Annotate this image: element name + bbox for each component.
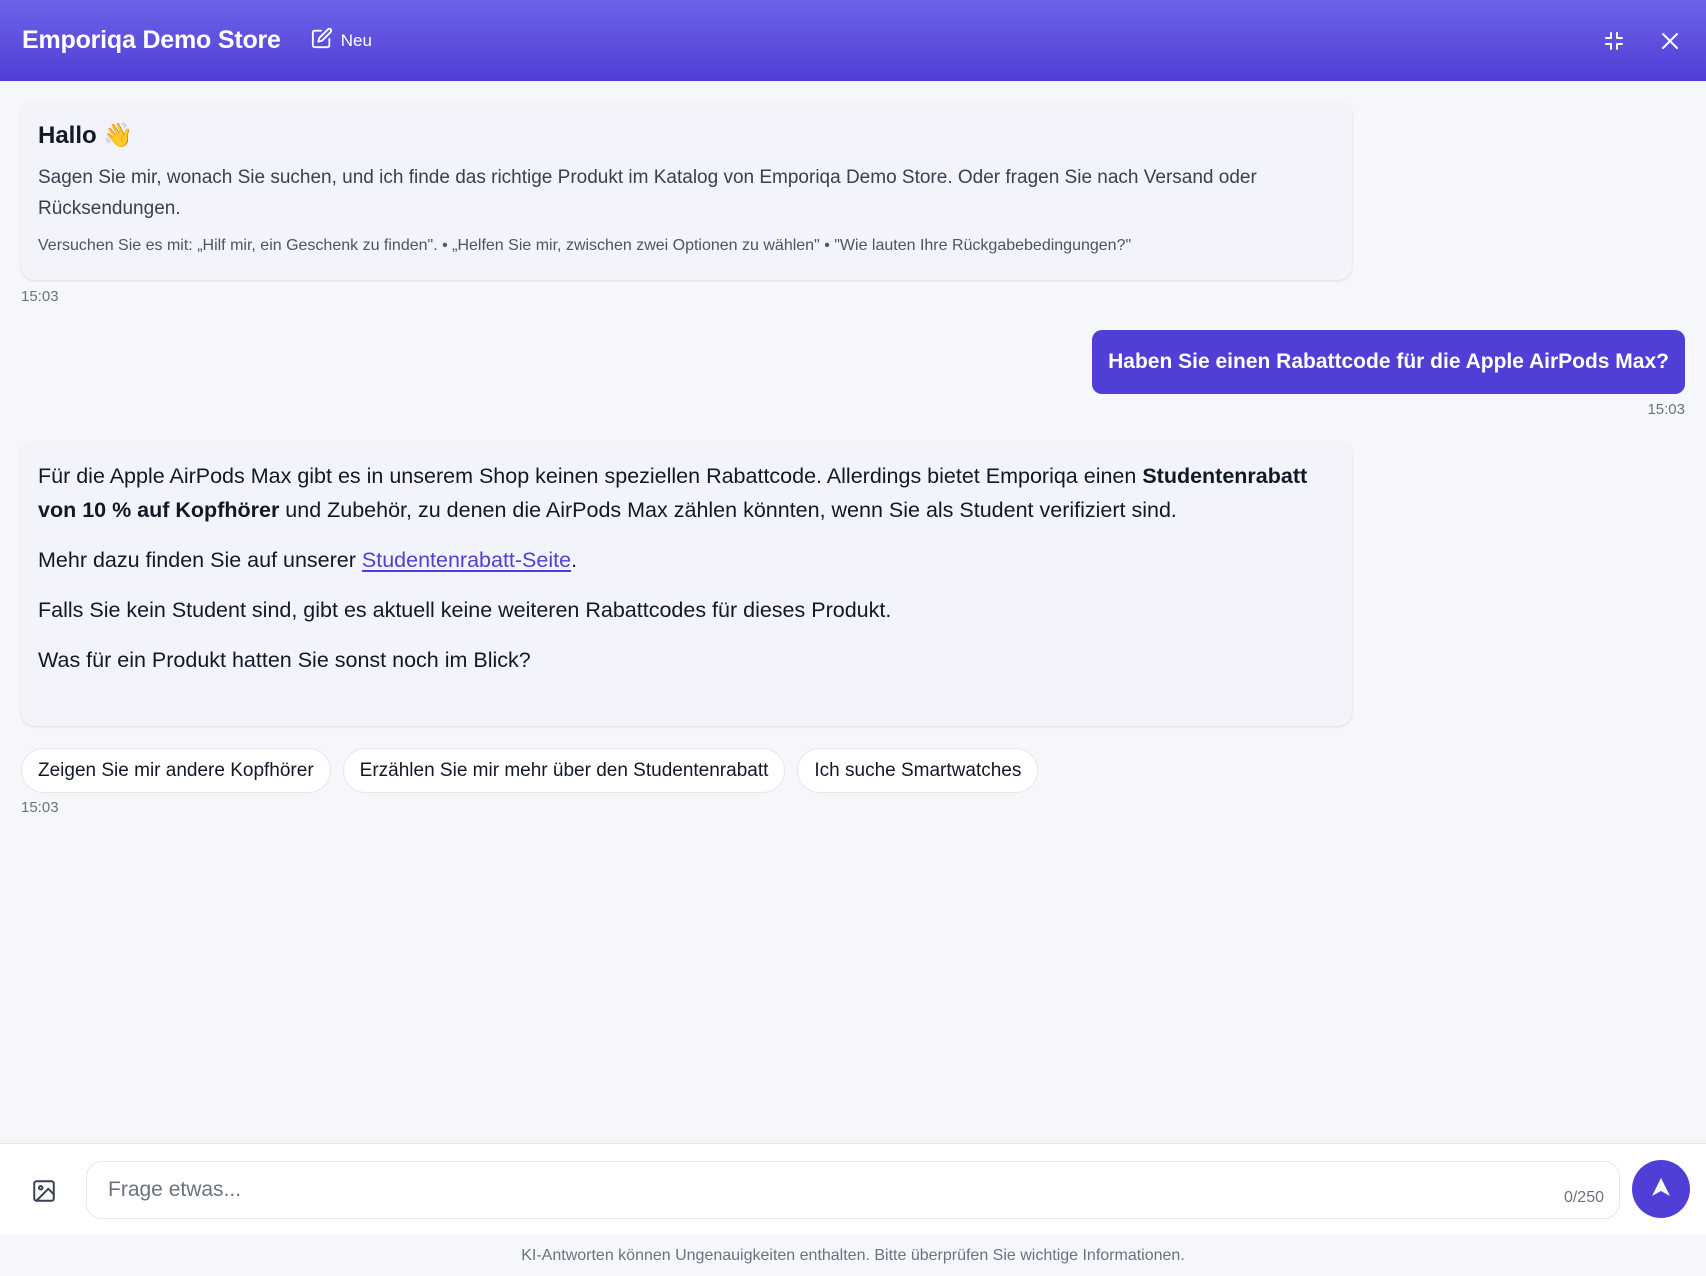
suggestion-chips: Zeigen Sie mir andere Kopfhörer Erzählen… <box>21 748 1039 793</box>
close-icon[interactable] <box>1656 27 1684 55</box>
composer: 0/250 <box>0 1143 1706 1235</box>
student-discount-link[interactable]: Studentenrabatt-Seite <box>362 548 571 572</box>
ai-disclaimer: KI-Antworten können Ungenauigkeiten enth… <box>0 1235 1706 1276</box>
welcome-message: Hallo 👋 Sagen Sie mir, wonach Sie suchen… <box>21 101 1352 280</box>
suggestion-chip[interactable]: Ich suche Smartwatches <box>797 748 1039 793</box>
edit-icon <box>311 27 333 54</box>
send-icon <box>1649 1175 1673 1204</box>
message-timestamp: 15:03 <box>21 288 59 305</box>
welcome-intro: Sagen Sie mir, wonach Sie suchen, und ic… <box>38 167 1257 219</box>
store-name: Emporiqa Demo Store <box>22 26 281 54</box>
send-button[interactable] <box>1632 1160 1690 1218</box>
greeting-title: Hallo 👋 <box>38 122 134 149</box>
welcome-hints: Versuchen Sie es mit: „Hilf mir, ein Ges… <box>38 237 1132 254</box>
message-input-wrapper: 0/250 <box>86 1161 1620 1219</box>
message-timestamp: 15:03 <box>21 799 59 816</box>
assistant-reply: Für die Apple AirPods Max gibt es in uns… <box>21 441 1352 726</box>
image-icon[interactable] <box>31 1178 59 1206</box>
suggestion-chip[interactable]: Zeigen Sie mir andere Kopfhörer <box>21 748 331 793</box>
reply-paragraph: Was für ein Produkt hatten Sie sonst noc… <box>38 648 531 672</box>
char-counter: 0/250 <box>1563 1189 1604 1206</box>
message-list[interactable]: Hallo 👋 Sagen Sie mir, wonach Sie suchen… <box>0 81 1706 1143</box>
reply-paragraph: Für die Apple AirPods Max gibt es in uns… <box>38 464 1308 522</box>
suggestion-chip[interactable]: Erzählen Sie mir mehr über den Studenten… <box>342 748 786 793</box>
message-input[interactable] <box>87 1162 1619 1218</box>
message-timestamp: 15:03 <box>1647 401 1685 418</box>
chat-header: Emporiqa Demo Store Neu <box>0 0 1706 81</box>
minimize-icon[interactable] <box>1600 27 1628 55</box>
new-chat-label: Neu <box>340 30 372 50</box>
new-chat-button[interactable]: Neu <box>311 27 372 54</box>
reply-paragraph: Falls Sie kein Student sind, gibt es akt… <box>38 598 892 622</box>
reply-paragraph: Mehr dazu finden Sie auf unserer Student… <box>38 548 578 572</box>
user-message: Haben Sie einen Rabattcode für die Apple… <box>1092 330 1685 394</box>
